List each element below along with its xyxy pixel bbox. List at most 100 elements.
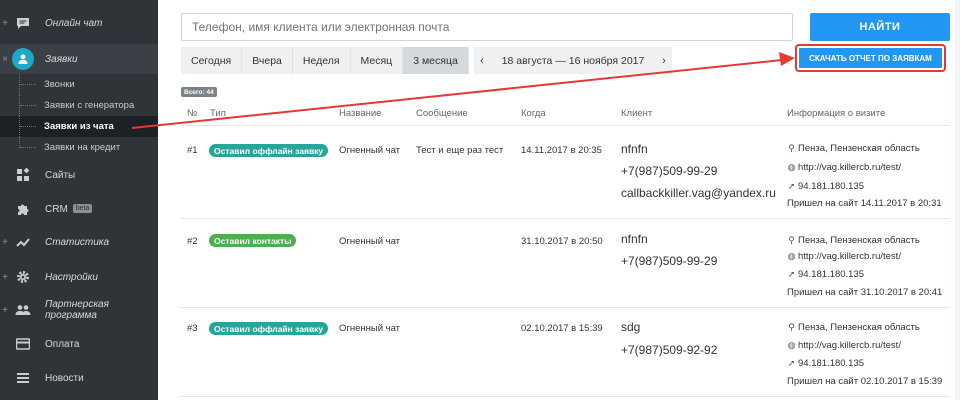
sidebar-item-label: Онлайн чат bbox=[45, 17, 103, 29]
sidebar-item-label: Партнерская программа bbox=[45, 299, 109, 321]
tree-connector bbox=[19, 137, 39, 148]
globe-icon: ◍ bbox=[787, 162, 796, 172]
sidebar-subitem-label: Заявки на кредит bbox=[44, 142, 121, 153]
visit-arrived-time: Пришел на сайт 02.10.2017 в 15:39 bbox=[787, 376, 943, 387]
expand-icon[interactable]: + bbox=[1, 237, 9, 248]
sidebar-item-statistics[interactable]: + Статистика bbox=[0, 225, 158, 259]
expand-icon[interactable]: + bbox=[1, 272, 9, 283]
sidebar-item-payment[interactable]: Оплата bbox=[0, 327, 158, 361]
tree-connector bbox=[19, 74, 39, 95]
visit-location: ⚲ Пенза, Пензенская область bbox=[788, 235, 920, 246]
sidebar-item-label: Оплата bbox=[45, 338, 80, 350]
chat-name: Огненный чат bbox=[339, 145, 401, 156]
chevron-left-icon[interactable]: ‹ bbox=[474, 55, 490, 67]
client-email: callbackkiller.vag@yandex.ru bbox=[621, 186, 776, 200]
type-badge: Оставил оффлайн заявку bbox=[209, 322, 329, 335]
sidebar: + Онлайн чат × Заявки Звонки Заявки с ге… bbox=[0, 0, 158, 400]
sidebar-item-settings[interactable]: + Настройки bbox=[0, 260, 158, 294]
location-pin-icon: ⚲ bbox=[788, 322, 795, 332]
visit-arrived-time: Пришел на сайт 14.11.2017 в 20:31 bbox=[787, 198, 942, 209]
type-badge: Оставил контакты bbox=[209, 234, 297, 247]
column-header-number: № bbox=[187, 108, 198, 119]
visit-ip: ➚ 94.181.180.135 bbox=[787, 181, 865, 192]
type-badge: Оставил оффлайн заявку bbox=[209, 144, 329, 157]
column-header-name: Название bbox=[339, 108, 382, 119]
sidebar-subitem-label: Звонки bbox=[44, 79, 75, 90]
sidebar-item-label: Статистика bbox=[45, 236, 110, 248]
client-name: nfnfn bbox=[621, 142, 648, 156]
divider bbox=[181, 396, 950, 397]
send-icon: ➚ bbox=[787, 358, 796, 368]
client-name: nfnfn bbox=[621, 232, 648, 246]
find-button[interactable]: НАЙТИ bbox=[810, 13, 950, 41]
period-week[interactable]: Неделя bbox=[292, 47, 351, 74]
column-header-type: Тип bbox=[210, 108, 226, 119]
request-time: 02.10.2017 в 15:39 bbox=[521, 323, 603, 334]
client-name: sdg bbox=[621, 320, 641, 334]
sidebar-item-crm[interactable]: CRM beta bbox=[0, 192, 158, 226]
chart-icon bbox=[15, 234, 31, 250]
visit-arrived-time: Пришел на сайт 31.10.2017 в 20:41 bbox=[787, 287, 943, 298]
client-phone: +7(987)509-92-92 bbox=[621, 343, 718, 357]
location-pin-icon: ⚲ bbox=[788, 235, 795, 245]
sidebar-subitem-credit[interactable]: Заявки на кредит bbox=[0, 137, 158, 158]
date-range-label[interactable]: 18 августа — 16 ноября 2017 bbox=[490, 55, 656, 67]
location-pin-icon: ⚲ bbox=[788, 143, 795, 153]
send-icon: ➚ bbox=[787, 181, 796, 191]
visit-url[interactable]: ◍ http://vag.killercb.ru/test/ bbox=[787, 251, 901, 262]
expand-icon[interactable]: + bbox=[1, 305, 9, 316]
column-header-visit-info: Информация о визите bbox=[787, 108, 886, 119]
scrollbar-track[interactable] bbox=[955, 0, 960, 400]
divider bbox=[181, 218, 950, 219]
row-number: #1 bbox=[187, 145, 198, 156]
chevron-right-icon[interactable]: › bbox=[656, 55, 672, 67]
sidebar-item-online-chat[interactable]: + Онлайн чат bbox=[0, 6, 158, 40]
divider bbox=[181, 125, 950, 126]
beta-badge: beta bbox=[72, 204, 93, 214]
period-today[interactable]: Сегодня bbox=[181, 47, 243, 74]
row-number: #3 bbox=[187, 323, 198, 334]
chat-name: Огненный чат bbox=[339, 323, 401, 334]
row-number: #2 bbox=[187, 236, 198, 247]
search-input[interactable] bbox=[181, 13, 793, 41]
divider bbox=[181, 307, 950, 308]
table-header: № Тип Название Сообщение Когда Клиент Ин… bbox=[0, 104, 960, 124]
visit-ip: ➚ 94.181.180.135 bbox=[787, 269, 865, 280]
sidebar-item-partners[interactable]: + Партнерская программа bbox=[0, 293, 158, 327]
news-icon bbox=[15, 370, 31, 386]
sidebar-subitem-calls[interactable]: Звонки bbox=[0, 74, 158, 95]
partners-icon bbox=[15, 302, 31, 318]
chat-name: Огненный чат bbox=[339, 236, 401, 247]
client-phone: +7(987)509-99-29 bbox=[621, 254, 718, 268]
annotation-highlight bbox=[795, 44, 946, 72]
visit-url[interactable]: ◍ http://vag.killercb.ru/test/ bbox=[787, 162, 901, 173]
globe-icon: ◍ bbox=[787, 340, 796, 350]
puzzle-icon bbox=[15, 201, 31, 217]
sidebar-item-label: Сайты bbox=[45, 169, 76, 181]
visit-url[interactable]: ◍ http://vag.killercb.ru/test/ bbox=[787, 340, 901, 351]
period-month[interactable]: Месяц bbox=[350, 47, 404, 74]
date-range-picker: ‹ 18 августа — 16 ноября 2017 › bbox=[474, 47, 672, 74]
column-header-client: Клиент bbox=[621, 108, 653, 119]
card-icon bbox=[15, 336, 31, 352]
visit-location: ⚲ Пенза, Пензенская область bbox=[788, 143, 920, 154]
request-time: 31.10.2017 в 20:50 bbox=[521, 236, 603, 247]
send-icon: ➚ bbox=[787, 269, 796, 279]
chat-icon bbox=[15, 15, 31, 31]
period-3-months[interactable]: 3 месяца bbox=[403, 47, 469, 74]
user-icon bbox=[12, 48, 34, 70]
sidebar-item-requests[interactable]: × Заявки bbox=[0, 42, 158, 76]
collapse-icon[interactable]: × bbox=[1, 54, 9, 65]
sidebar-item-label: Настройки bbox=[45, 271, 98, 283]
column-header-when: Когда bbox=[521, 108, 546, 119]
visit-ip: ➚ 94.181.180.135 bbox=[787, 358, 865, 369]
total-count-badge: Всего: 44 bbox=[181, 87, 217, 97]
period-yesterday[interactable]: Вчера bbox=[242, 47, 293, 74]
expand-icon[interactable]: + bbox=[1, 18, 9, 29]
sidebar-item-news[interactable]: Новости bbox=[0, 361, 158, 395]
gear-icon bbox=[15, 269, 31, 285]
client-phone: +7(987)509-99-29 bbox=[621, 164, 718, 178]
sidebar-item-sites[interactable]: Сайты bbox=[0, 158, 158, 192]
message-text: Тест и еще раз тест bbox=[416, 145, 504, 156]
visit-location: ⚲ Пенза, Пензенская область bbox=[788, 322, 920, 333]
